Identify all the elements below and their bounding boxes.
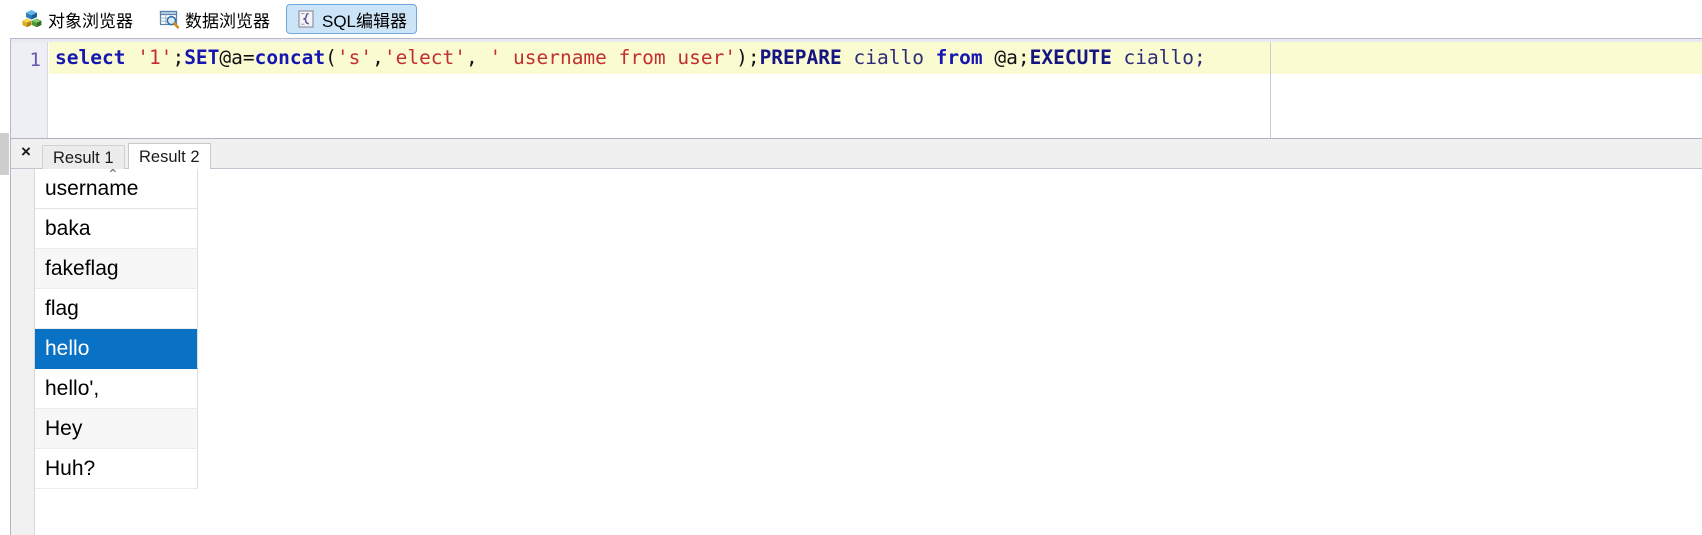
sql-token: select xyxy=(55,46,126,69)
sql-token: 'elect' xyxy=(383,46,467,69)
tab-data-browser-label: 数据浏览器 xyxy=(185,11,270,31)
sql-token: = xyxy=(242,46,255,69)
sql-token: concat xyxy=(254,46,326,69)
table-row[interactable]: hello xyxy=(35,329,198,369)
sql-statement-line[interactable]: select '1';SET@a=concat('s','elect', ' u… xyxy=(55,42,1206,74)
editor-line-number-gutter: 1 xyxy=(11,42,48,138)
cell-value: flag xyxy=(45,297,79,320)
sql-token: EXECUTE xyxy=(1029,46,1112,69)
table-row[interactable]: flag xyxy=(35,289,198,329)
sql-token: ) xyxy=(736,46,748,69)
sql-token: '1' xyxy=(137,46,173,69)
sql-token: ( xyxy=(325,46,337,69)
line-number: 1 xyxy=(29,49,41,71)
sort-ascending-icon: ⌃ xyxy=(107,169,119,182)
table-row[interactable]: Hey xyxy=(35,409,198,449)
view-toolbar: 对象浏览器 数据浏览器 SQL编辑器 xyxy=(0,0,1702,38)
sql-token: ciallo xyxy=(841,46,936,69)
result-tabbar: × Result 1 Result 2 xyxy=(11,139,1702,169)
tab-sql-editor[interactable]: SQL编辑器 xyxy=(286,4,418,34)
sql-token: @a xyxy=(219,46,243,69)
sql-code-area[interactable]: select '1';SET@a=concat('s','elect', ' u… xyxy=(49,42,1702,138)
result-tab-2[interactable]: Result 2 xyxy=(128,143,211,169)
sql-token: ; xyxy=(172,46,185,69)
sql-script-icon xyxy=(296,9,316,29)
table-row[interactable]: fakeflag xyxy=(35,249,198,289)
tab-object-browser[interactable]: 对象浏览器 xyxy=(12,4,143,34)
column-header-username[interactable]: ⌃ username xyxy=(35,169,198,209)
sql-token: ciallo; xyxy=(1111,46,1206,69)
sql-token: PREPARE xyxy=(759,46,842,69)
tab-object-browser-label: 对象浏览器 xyxy=(48,11,133,31)
sql-token: from xyxy=(935,46,983,69)
cell-value: hello xyxy=(45,337,90,360)
table-row[interactable]: baka xyxy=(35,209,198,249)
tab-sql-editor-label: SQL编辑器 xyxy=(322,11,408,31)
table-search-icon xyxy=(159,9,180,29)
row-header-strip xyxy=(11,169,35,535)
result-grid-column: ⌃ username baka fakeflag flag hello hello', H… xyxy=(35,169,198,489)
column-guide-line xyxy=(1270,42,1271,138)
table-row[interactable]: hello', xyxy=(35,369,198,409)
cell-value: baka xyxy=(45,217,91,240)
sql-token: , xyxy=(466,46,490,69)
results-panel: × Result 1 Result 2 ⌃ username baka fakef… xyxy=(10,138,1702,535)
sql-editor-panel: 1 select '1';SET@a=concat('s','elect', '… xyxy=(0,38,1702,138)
result-grid: ⌃ username baka fakeflag flag hello hello', H… xyxy=(11,169,1702,535)
close-icon[interactable]: × xyxy=(15,141,37,163)
sql-token: @a xyxy=(994,46,1018,69)
cubes-icon xyxy=(22,9,42,29)
tab-data-browser[interactable]: 数据浏览器 xyxy=(149,4,280,34)
sql-token: 's' xyxy=(336,46,373,69)
cell-value: hello', xyxy=(45,377,100,400)
sql-token: ; xyxy=(1017,46,1030,69)
editor-outer-scrollbar-thumb[interactable] xyxy=(0,133,9,175)
cell-value: Huh? xyxy=(45,457,96,480)
cell-value: Hey xyxy=(45,417,83,440)
sql-token: ; xyxy=(747,46,760,69)
sql-token: SET xyxy=(184,46,220,69)
sql-token: ' username from user' xyxy=(489,46,737,69)
cell-value: fakeflag xyxy=(45,257,119,280)
table-row[interactable]: Huh? xyxy=(35,449,198,489)
sql-token: , xyxy=(372,46,384,69)
result-tab-1[interactable]: Result 1 xyxy=(42,145,125,169)
column-header-label: username xyxy=(45,177,139,200)
